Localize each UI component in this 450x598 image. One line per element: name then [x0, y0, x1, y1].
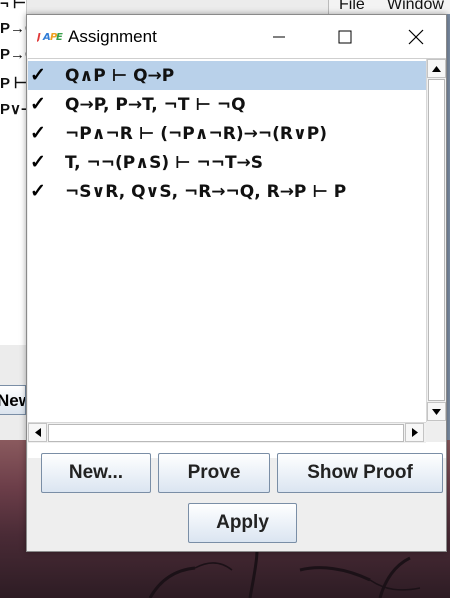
maximize-icon: [338, 30, 352, 43]
minimize-button[interactable]: [256, 15, 302, 58]
conjecture-list[interactable]: ✓ Q∧P ⊢ Q→P ✓ Q→P, P→T, ¬T ⊢ ¬Q ✓ ¬P∧¬R …: [28, 59, 426, 422]
arrow-down-icon: [432, 408, 441, 415]
checkmark-icon: ✓: [30, 181, 46, 202]
list-item[interactable]: ✓ ¬S∨R, Q∨S, ¬R→¬Q, R→P ⊢ P: [28, 177, 426, 206]
background-proof-list: ¬ ⊢ T P→Q P→Q P ⊢ P∨¬: [0, 0, 27, 345]
menu-window[interactable]: Window: [387, 0, 444, 14]
checkmark-icon: ✓: [30, 123, 46, 144]
horizontal-scroll-thumb[interactable]: [48, 424, 404, 442]
new-button[interactable]: New...: [41, 453, 151, 493]
close-button[interactable]: [393, 15, 439, 58]
background-line: P→Q: [0, 20, 26, 37]
arrow-right-icon: [411, 428, 418, 437]
new-button-label: New...: [68, 462, 124, 483]
show-proof-button[interactable]: Show Proof: [277, 453, 443, 493]
list-item[interactable]: ✓ T, ¬¬(P∧S) ⊢ ¬¬T→S: [28, 148, 426, 177]
dialog-title: Assignment: [68, 27, 157, 46]
svg-text:J: J: [37, 32, 41, 42]
minimize-icon: [273, 36, 285, 37]
background-new-label: New: [0, 391, 25, 410]
maximize-button[interactable]: [322, 15, 368, 58]
scroll-right-button[interactable]: [405, 423, 424, 442]
background-line: ¬ ⊢ T: [0, 0, 26, 12]
background-line: P∨¬: [0, 101, 27, 118]
conjecture-formula: ¬P∧¬R ⊢ (¬P∧¬R)→¬(R∨P): [65, 124, 327, 144]
close-icon: [408, 29, 424, 44]
checkmark-icon: ✓: [30, 94, 46, 115]
checkmark-icon: ✓: [30, 65, 46, 86]
list-item[interactable]: ✓ ¬P∧¬R ⊢ (¬P∧¬R)→¬(R∨P): [28, 119, 426, 148]
prove-button[interactable]: Prove: [158, 453, 270, 493]
scroll-down-button[interactable]: [427, 402, 446, 421]
apply-button-label: Apply: [216, 512, 269, 533]
scroll-left-button[interactable]: [28, 423, 47, 442]
prove-button-label: Prove: [187, 462, 241, 483]
scroll-up-button[interactable]: [427, 59, 446, 78]
arrow-up-icon: [432, 65, 441, 72]
conjecture-formula: Q∧P ⊢ Q→P: [65, 66, 175, 86]
background-menubar: File Window: [328, 0, 450, 14]
menu-file[interactable]: File: [339, 0, 365, 14]
show-proof-button-label: Show Proof: [307, 462, 413, 483]
arrow-left-icon: [34, 428, 41, 437]
assignment-dialog: J A P E Assignment ✓ Q∧P ⊢ Q→P ✓ Q→P, P→…: [26, 14, 447, 552]
conjecture-formula: ¬S∨R, Q∨S, ¬R→¬Q, R→P ⊢ P: [65, 182, 347, 202]
conjecture-list-panel: ✓ Q∧P ⊢ Q→P ✓ Q→P, P→T, ¬T ⊢ ¬Q ✓ ¬P∧¬R …: [28, 58, 446, 458]
apply-button[interactable]: Apply: [188, 503, 297, 543]
jape-logo-icon: J A P E: [37, 32, 63, 42]
conjecture-formula: Q→P, P→T, ¬T ⊢ ¬Q: [65, 95, 246, 115]
list-item[interactable]: ✓ Q∧P ⊢ Q→P: [28, 61, 426, 90]
background-line: P ⊢: [0, 75, 27, 92]
background-new-button[interactable]: New: [0, 385, 26, 415]
title-bar[interactable]: J A P E Assignment: [27, 15, 446, 58]
horizontal-scrollbar[interactable]: [28, 422, 426, 443]
vertical-scroll-thumb[interactable]: [428, 79, 445, 401]
svg-text:E: E: [56, 32, 63, 42]
vertical-scrollbar[interactable]: [426, 59, 446, 422]
list-item[interactable]: ✓ Q→P, P→T, ¬T ⊢ ¬Q: [28, 90, 426, 119]
checkmark-icon: ✓: [30, 152, 46, 173]
background-line: P→Q: [0, 46, 26, 63]
scrollbar-corner: [426, 422, 446, 442]
conjecture-formula: T, ¬¬(P∧S) ⊢ ¬¬T→S: [65, 153, 264, 173]
